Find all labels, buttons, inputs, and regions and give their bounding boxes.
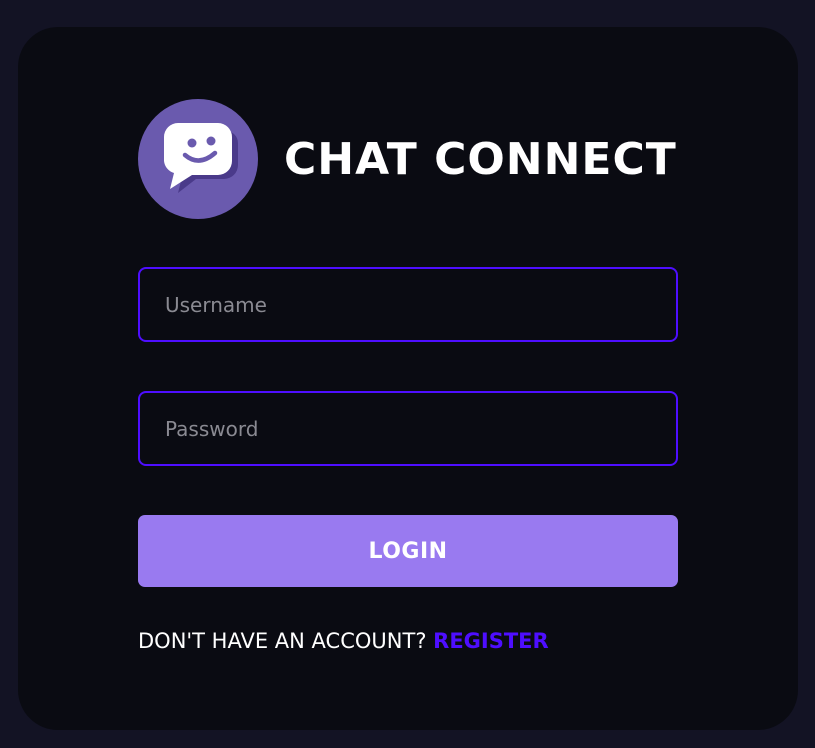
password-input[interactable] (138, 391, 678, 466)
smiley-chat-bubble-icon (138, 99, 258, 219)
app-title: CHAT CONNECT (284, 133, 677, 185)
username-input[interactable] (138, 267, 678, 342)
login-button[interactable]: LOGIN (138, 515, 678, 587)
brand: CHAT CONNECT (138, 99, 677, 219)
login-card: CHAT CONNECT LOGIN DON'T HAVE AN ACCOUNT… (18, 27, 798, 730)
register-prompt-text: DON'T HAVE AN ACCOUNT? (138, 629, 427, 653)
register-prompt: DON'T HAVE AN ACCOUNT? REGISTER (138, 629, 549, 653)
register-link[interactable]: REGISTER (433, 629, 549, 653)
